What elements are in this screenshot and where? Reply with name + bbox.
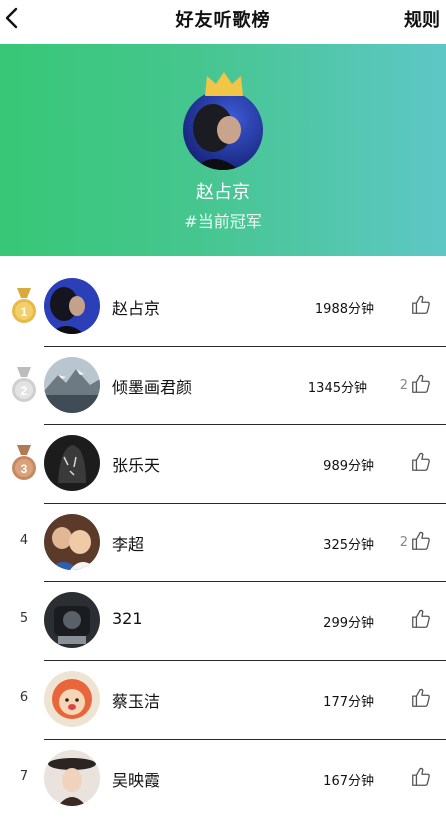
like-button[interactable] [410,608,432,630]
champion-avatar [183,90,263,170]
user-name: 张乐天 [112,456,161,476]
rank-number: 6 [19,689,29,705]
like-button[interactable] [410,687,432,709]
ranking-list: 1 赵占京 1988分钟 2 倾墨画君颜 1345分钟 2 3 张乐天 989分… [0,268,446,817]
avatar[interactable] [44,435,100,492]
list-item[interactable]: 6 蔡玉洁 177分钟 [0,661,446,740]
silver-medal-icon: 2 [12,366,36,402]
svg-text:1: 1 [21,305,28,319]
avatar[interactable] [44,278,100,334]
like-button[interactable] [410,373,432,395]
list-item[interactable]: 3 张乐天 989分钟 [0,425,446,504]
avatar[interactable] [44,749,100,806]
svg-text:2: 2 [21,384,28,398]
champion-name: 赵占京 [196,182,250,203]
user-name: 倾墨画君颜 [112,377,193,397]
thumbs-up-icon [412,610,430,629]
crown-icon [205,72,243,96]
like-button[interactable] [410,766,432,788]
champion-avatar-wrap[interactable] [183,72,263,170]
rank-number: 4 [19,532,29,548]
listen-minutes: 1345分钟 [307,380,367,396]
rules-button[interactable]: 规则 [404,6,440,32]
page-title: 好友听歌榜 [175,10,271,31]
avatar[interactable] [44,513,100,570]
listen-minutes: 299分钟 [323,616,374,632]
like-count: 2 [399,377,408,393]
bronze-medal-icon: 3 [12,445,36,481]
top-nav-bar: 好友听歌榜 规则 [0,0,446,44]
list-item[interactable]: 5 321 299分钟 [0,582,446,661]
thumbs-up-icon [412,452,430,472]
champion-banner: 赵占京 #当前冠军 [0,44,446,256]
listen-minutes: 989分钟 [323,459,374,475]
champion-tag: #当前冠军 [184,212,262,231]
thumbs-up-icon [412,295,430,314]
user-name: 赵占京 [112,299,161,318]
list-item[interactable]: 2 倾墨画君颜 1345分钟 2 [0,347,446,426]
avatar[interactable] [44,592,100,649]
svg-text:3: 3 [21,462,28,476]
listen-minutes: 1988分钟 [314,302,374,317]
user-name: 蔡玉洁 [112,691,161,711]
thumbs-up-icon [412,374,430,393]
like-button[interactable] [410,451,432,473]
avatar[interactable] [44,670,100,727]
thumbs-up-icon [412,531,430,550]
listen-minutes: 325分钟 [323,537,374,553]
like-count: 2 [399,534,408,550]
listen-minutes: 167分钟 [323,773,374,789]
user-name: 李超 [112,534,145,554]
user-name: 吴映霞 [112,770,161,790]
like-button[interactable] [410,530,432,552]
list-item[interactable]: 7 吴映霞 167分钟 [0,740,446,817]
user-name: 321 [112,609,143,629]
list-item[interactable]: 1 赵占京 1988分钟 [0,268,446,347]
thumbs-up-icon [412,767,430,786]
rank-number: 7 [19,768,29,784]
like-button[interactable] [410,294,432,316]
listen-minutes: 177分钟 [323,694,374,710]
gold-medal-icon: 1 [12,288,36,323]
avatar[interactable] [44,356,100,413]
thumbs-up-icon [412,688,430,707]
rank-number: 5 [19,611,29,627]
list-item[interactable]: 4 李超 325分钟 2 [0,504,446,583]
